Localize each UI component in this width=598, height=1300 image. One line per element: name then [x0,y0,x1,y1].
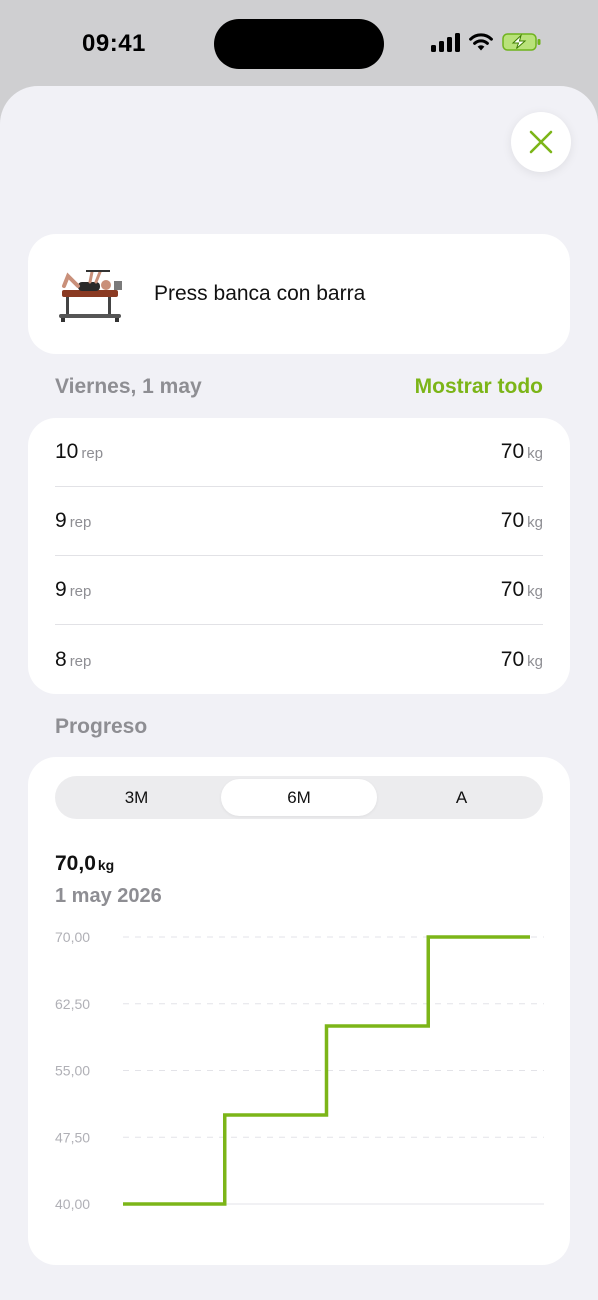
progress-header: Progreso [55,715,543,739]
set-row: 9 rep 70 kg [55,556,543,625]
exercise-card[interactable]: Press banca con barra [28,234,570,354]
progress-chart: 70,00 62,50 55,00 47,50 40,00 [55,929,544,1212]
exercise-name: Press banca con barra [154,282,366,305]
close-button[interactable] [511,112,571,172]
progress-title: Progreso [55,715,148,738]
cellular-signal-icon [431,32,460,52]
y-tick-label: 55,00 [55,1063,90,1079]
weight-unit: kg [527,583,543,600]
battery-charging-icon [502,33,541,51]
show-all-link[interactable]: Mostrar todo [415,375,543,399]
set-weight: 70 [500,509,525,532]
weight-unit: kg [527,514,543,531]
set-weight: 70 [500,647,525,671]
set-reps: 10 [55,440,79,463]
sets-list: 10 rep 70 kg 9 rep 70 kg 9 rep 70 kg 8 rep 70 kg [28,418,570,694]
y-tick-label: 40,00 [55,1196,90,1212]
set-weight: 70 [500,578,525,601]
y-tick-label: 70,00 [55,929,90,945]
exercise-image [59,270,122,322]
set-weight: 70 [500,440,525,463]
status-bar: 09:41 [0,0,598,86]
reps-unit: rep [69,652,92,670]
weight-unit: kg [527,445,543,462]
reps-unit: rep [81,445,104,462]
set-reps: 8 [55,647,67,671]
reps-unit: rep [69,514,92,531]
progress-card: 3M 6M A 70,0 kg 1 may 2026 70,00 62,50 55,0… [28,757,570,1265]
set-reps: 9 [55,509,67,532]
set-reps: 9 [55,578,67,601]
reps-unit: rep [69,583,92,600]
session-date: Viernes, 1 may [55,375,202,398]
status-time: 09:41 [82,30,146,57]
dynamic-island [214,19,384,69]
set-row: 10 rep 70 kg [55,418,543,487]
close-icon [529,130,553,154]
y-tick-label: 62,50 [55,996,90,1012]
status-icons [431,32,542,52]
y-tick-label: 47,50 [55,1129,90,1145]
set-row: 9 rep 70 kg [55,487,543,556]
session-header: Viernes, 1 may Mostrar todo [55,375,543,399]
weight-unit: kg [527,652,543,670]
wifi-icon [469,33,493,51]
set-row: 8 rep 70 kg [55,625,543,694]
